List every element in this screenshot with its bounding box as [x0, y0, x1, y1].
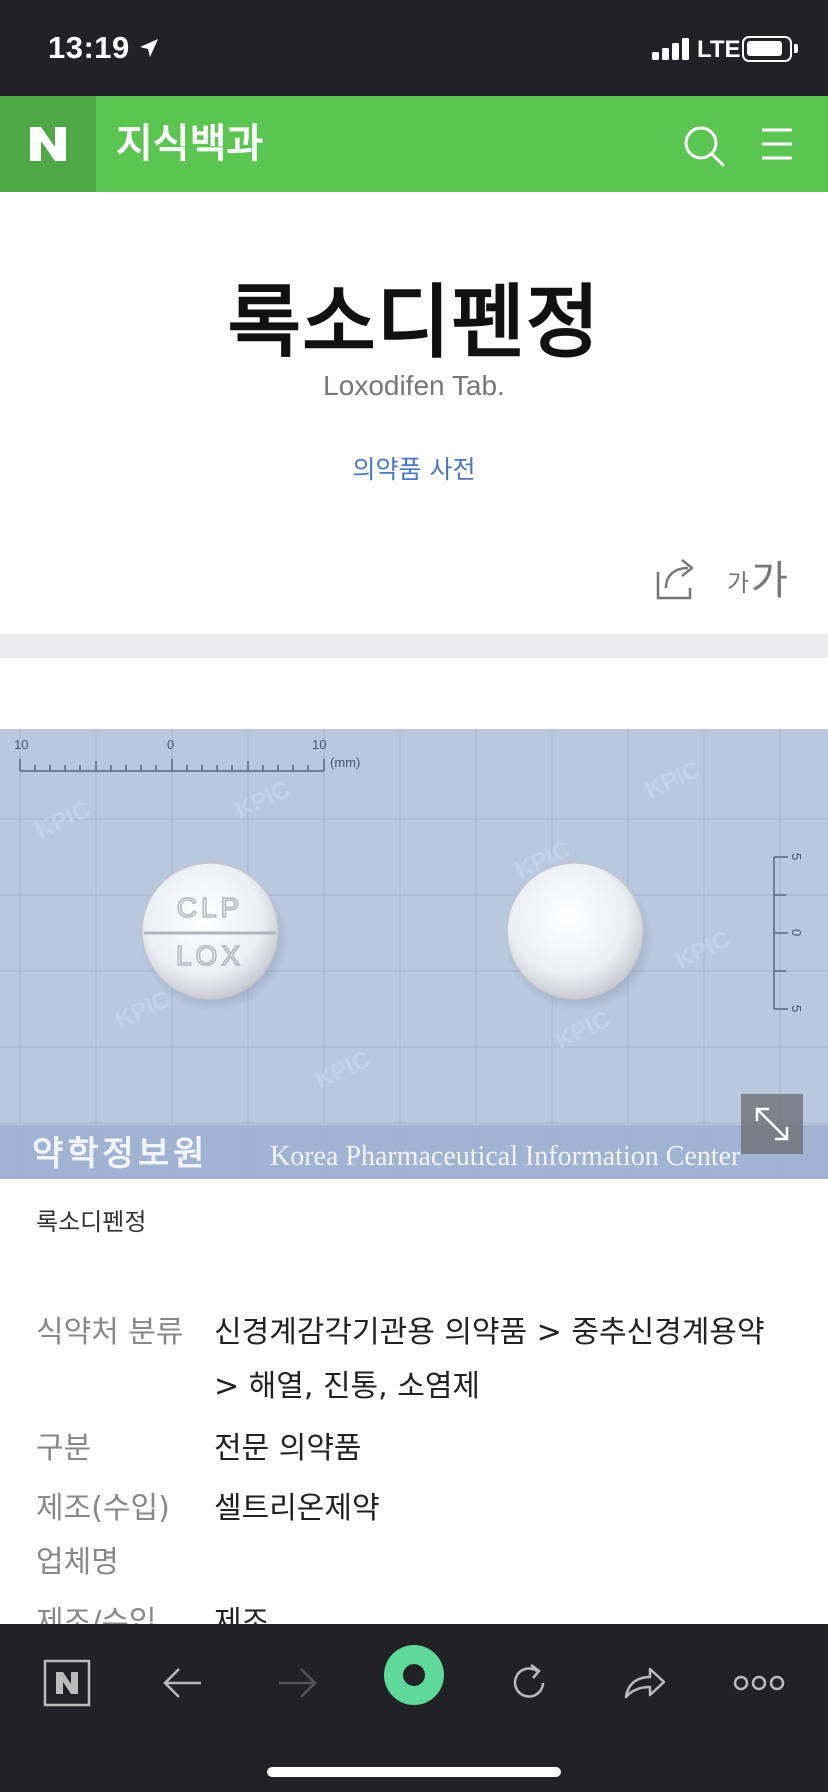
- refresh-button[interactable]: [494, 1648, 564, 1718]
- expand-icon: [755, 1107, 789, 1141]
- pill-back: [506, 862, 644, 1000]
- side-ruler-label: 0: [789, 929, 804, 936]
- pill-imprint-bottom: LOX: [176, 940, 244, 971]
- pill-photo: 10 0 10 (mm) 5 0 5 KPIC KPIC KPIC KPIC K…: [0, 729, 828, 1179]
- font-size-button[interactable]: 가 가: [727, 552, 788, 606]
- info-value: 셀트리온제약: [214, 1491, 380, 1526]
- info-value: 전문 의약품: [214, 1431, 362, 1466]
- green-dot-button[interactable]: [379, 1640, 449, 1710]
- info-value-line: > 해열, 진통, 소염제: [214, 1369, 481, 1404]
- more-button[interactable]: [724, 1648, 794, 1718]
- side-ruler-label: 5: [789, 853, 804, 860]
- info-label: 제조(수입) 업체명: [36, 1482, 196, 1590]
- network-label: LTE: [697, 36, 741, 63]
- refresh-icon: [513, 1664, 545, 1698]
- share-button[interactable]: [610, 1648, 680, 1718]
- info-label: 구분: [36, 1431, 92, 1466]
- section-divider: [0, 634, 828, 658]
- expand-image-button[interactable]: [741, 1094, 803, 1154]
- app-header: 지식백과: [0, 96, 828, 192]
- info-value-line: 신경계감각기관용 의약품 > 중추신경계용약: [214, 1315, 765, 1350]
- info-label: 식약처 분류: [36, 1315, 184, 1350]
- location-arrow-icon: [140, 39, 158, 57]
- header-title[interactable]: 지식백과: [116, 96, 263, 192]
- naver-n-icon: [30, 127, 66, 161]
- share-arrow-icon: [624, 1667, 666, 1699]
- ruler-unit-label: (mm): [330, 755, 360, 770]
- page-subtitle: Loxodifen Tab.: [323, 370, 505, 401]
- menu-icon[interactable]: [760, 126, 794, 162]
- green-dot-icon: [384, 1645, 444, 1705]
- image-caption: 록소디펜정: [36, 1208, 147, 1236]
- home-indicator[interactable]: [267, 1767, 561, 1777]
- forward-arrow-icon: [279, 1668, 317, 1698]
- share-icon[interactable]: [654, 556, 698, 602]
- naver-home-button[interactable]: [32, 1648, 102, 1718]
- naver-home-icon: [43, 1659, 91, 1707]
- battery-icon: [742, 36, 798, 62]
- font-size-small-label: 가: [727, 569, 750, 597]
- side-ruler-label: 5: [789, 1005, 804, 1012]
- ruler-label: 0: [167, 737, 174, 752]
- back-arrow-icon: [163, 1668, 201, 1698]
- status-bar: 13:19 LTE: [0, 0, 828, 96]
- banner-korean: 약학정보원: [32, 1134, 208, 1174]
- forward-button[interactable]: [262, 1648, 332, 1718]
- page-title: 록소디펜정: [227, 276, 601, 369]
- dictionary-link[interactable]: 의약품 사전: [0, 450, 828, 486]
- search-icon[interactable]: [682, 124, 726, 168]
- signal-icon: [652, 38, 692, 60]
- info-value: 신경계감각기관용 의약품 > 중추신경계용약 > 해열, 진통, 소염제: [214, 1306, 794, 1414]
- naver-logo[interactable]: [0, 96, 96, 192]
- status-time: 13:19: [48, 30, 130, 65]
- more-icon: [733, 1675, 785, 1691]
- pill-image[interactable]: 10 0 10 (mm) 5 0 5 KPIC KPIC KPIC KPIC K…: [0, 729, 828, 1179]
- pill-front: [141, 862, 279, 1000]
- info-label-line: 업체명: [36, 1545, 119, 1580]
- banner-english: Korea Pharmaceutical Information Center: [270, 1141, 741, 1172]
- ruler-label: 10: [14, 737, 28, 752]
- info-label-line: 제조(수입): [36, 1491, 170, 1526]
- pill-imprint-top: CLP: [177, 892, 243, 923]
- back-button[interactable]: [148, 1648, 218, 1718]
- font-size-large-label: 가: [751, 558, 788, 604]
- ruler-label: 10: [312, 737, 326, 752]
